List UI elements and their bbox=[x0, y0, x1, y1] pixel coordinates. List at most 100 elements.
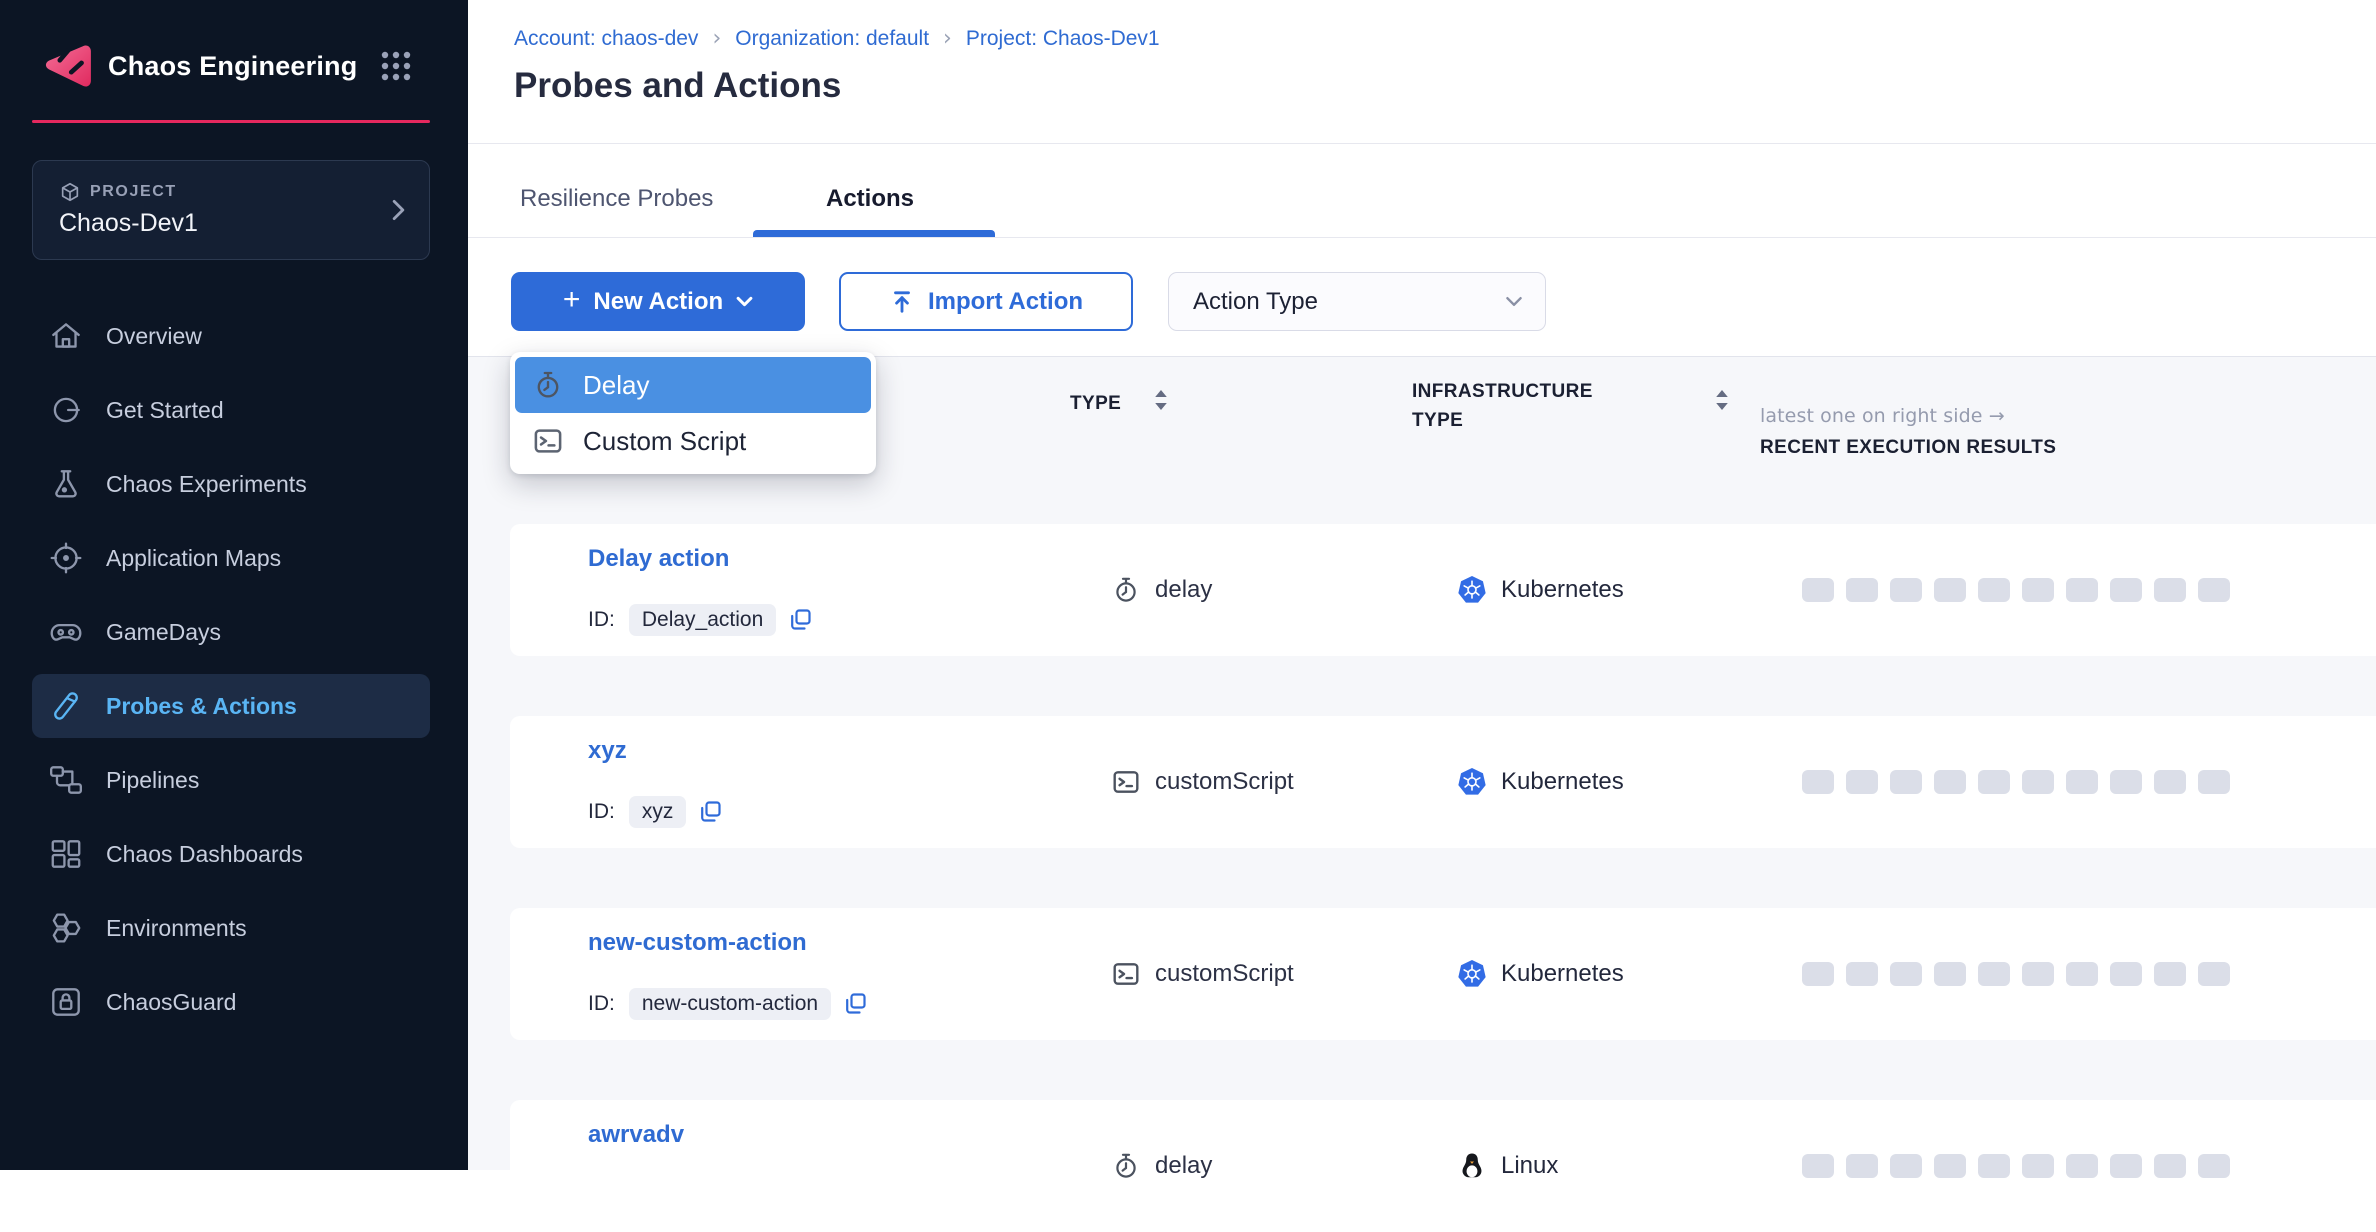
sort-infrastructure-button[interactable] bbox=[1715, 389, 1729, 411]
import-action-button[interactable]: Import Action bbox=[839, 272, 1133, 331]
sidebar-item-gamedays[interactable]: GameDays bbox=[32, 600, 430, 664]
breadcrumb-separator: › bbox=[712, 26, 721, 51]
kubernetes-icon bbox=[1457, 959, 1487, 989]
column-header-infrastructure-type: INFRASTRUCTURE TYPE bbox=[1412, 377, 1642, 435]
pipeline-icon bbox=[48, 762, 84, 798]
execution-result-placeholder bbox=[1846, 578, 1878, 602]
project-selector[interactable]: PROJECT Chaos-Dev1 bbox=[32, 160, 430, 260]
execution-result-placeholder bbox=[1934, 770, 1966, 794]
action-name-link[interactable]: Delay action bbox=[588, 545, 729, 573]
sidebar-item-application-maps[interactable]: Application Maps bbox=[32, 526, 430, 590]
execution-result-placeholder bbox=[1934, 578, 1966, 602]
action-type-cell: delay bbox=[1112, 1152, 1212, 1180]
sidebar-item-chaosguard[interactable]: ChaosGuard bbox=[32, 970, 430, 1034]
copy-id-icon[interactable] bbox=[788, 607, 814, 633]
new-action-menu: Delay Custom Script bbox=[510, 352, 876, 474]
sidebar-item-label: Pipelines bbox=[106, 767, 199, 794]
infrastructure-value: Kubernetes bbox=[1501, 960, 1624, 988]
action-id-line: ID: new-custom-action bbox=[588, 987, 869, 1021]
execution-result-placeholder bbox=[2198, 578, 2230, 602]
execution-result-placeholder bbox=[2022, 578, 2054, 602]
sidebar-item-chaos-experiments[interactable]: Chaos Experiments bbox=[32, 452, 430, 516]
get-started-icon bbox=[48, 392, 84, 428]
menu-item-label: Custom Script bbox=[583, 426, 746, 457]
infrastructure-value: Kubernetes bbox=[1501, 576, 1624, 604]
execution-result-placeholder bbox=[2110, 578, 2142, 602]
copy-id-icon[interactable] bbox=[843, 991, 869, 1017]
sidebar-item-label: Overview bbox=[106, 323, 202, 350]
recent-execution-results bbox=[1802, 578, 2230, 602]
sidebar-item-overview[interactable]: Overview bbox=[32, 304, 430, 368]
action-name-link[interactable]: new-custom-action bbox=[588, 929, 807, 957]
sidebar-item-label: Probes & Actions bbox=[106, 693, 297, 720]
execution-result-placeholder bbox=[2154, 962, 2186, 986]
execution-result-placeholder bbox=[2066, 1154, 2098, 1178]
app-switcher-icon[interactable] bbox=[378, 48, 414, 84]
chevron-down-icon bbox=[736, 296, 753, 307]
infrastructure-cell: Kubernetes bbox=[1457, 575, 1624, 605]
test-tube-icon bbox=[48, 688, 84, 724]
recent-results-hint: latest one on right side → bbox=[1760, 405, 2005, 427]
action-name-link[interactable]: awrvadv bbox=[588, 1121, 684, 1149]
action-id-line: ID: Delay_action bbox=[588, 603, 814, 637]
menu-item-delay[interactable]: Delay bbox=[515, 357, 871, 413]
execution-result-placeholder bbox=[1890, 578, 1922, 602]
sidebar-item-get-started[interactable]: Get Started bbox=[32, 378, 430, 442]
execution-result-placeholder bbox=[2198, 1154, 2230, 1178]
infrastructure-value: Linux bbox=[1501, 1152, 1558, 1180]
tab-bar: Resilience Probes Actions bbox=[468, 160, 2376, 237]
action-type-filter-value: Action Type bbox=[1193, 288, 1505, 316]
tab-actions[interactable]: Actions bbox=[826, 160, 914, 237]
sort-type-button[interactable] bbox=[1154, 389, 1168, 411]
hexagons-icon bbox=[48, 910, 84, 946]
breadcrumb-project-link[interactable]: Project: Chaos-Dev1 bbox=[966, 27, 1160, 51]
lock-icon bbox=[48, 984, 84, 1020]
action-type-value: customScript bbox=[1155, 960, 1294, 988]
sidebar-item-probes-actions[interactable]: Probes & Actions bbox=[32, 674, 430, 738]
terminal-icon bbox=[1112, 768, 1140, 796]
execution-result-placeholder bbox=[2154, 578, 2186, 602]
action-id-chip: Delay_action bbox=[629, 604, 776, 636]
chevron-right-icon bbox=[392, 199, 405, 221]
breadcrumb-organization-link[interactable]: Organization: default bbox=[735, 27, 929, 51]
execution-result-placeholder bbox=[2198, 770, 2230, 794]
divider bbox=[468, 237, 2376, 238]
sidebar-item-label: Application Maps bbox=[106, 545, 281, 572]
execution-result-placeholder bbox=[1978, 1154, 2010, 1178]
execution-result-placeholder bbox=[1846, 962, 1878, 986]
execution-result-placeholder bbox=[1978, 578, 2010, 602]
execution-result-placeholder bbox=[2022, 1154, 2054, 1178]
execution-result-placeholder bbox=[2154, 1154, 2186, 1178]
project-name: Chaos-Dev1 bbox=[59, 209, 198, 238]
import-icon bbox=[889, 289, 915, 315]
action-name-link[interactable]: xyz bbox=[588, 737, 627, 765]
recent-execution-results bbox=[1802, 770, 2230, 794]
execution-result-placeholder bbox=[1846, 1154, 1878, 1178]
action-type-value: delay bbox=[1155, 576, 1212, 604]
kubernetes-icon bbox=[1457, 767, 1487, 797]
project-label: PROJECT bbox=[90, 183, 177, 201]
execution-result-placeholder bbox=[2066, 770, 2098, 794]
sidebar-item-label: Environments bbox=[106, 915, 247, 942]
copy-id-icon[interactable] bbox=[698, 799, 724, 825]
sidebar-item-chaos-dashboards[interactable]: Chaos Dashboards bbox=[32, 822, 430, 886]
id-label: ID: bbox=[588, 992, 615, 1016]
action-type-cell: customScript bbox=[1112, 768, 1294, 796]
breadcrumb-separator: › bbox=[943, 26, 952, 51]
menu-item-custom-script[interactable]: Custom Script bbox=[515, 413, 871, 469]
id-label: ID: bbox=[588, 800, 615, 824]
sidebar-item-label: ChaosGuard bbox=[106, 989, 236, 1016]
execution-result-placeholder bbox=[2022, 770, 2054, 794]
execution-result-placeholder bbox=[1934, 1154, 1966, 1178]
table-row: new-custom-action ID: new-custom-action … bbox=[510, 908, 2376, 1040]
tab-resilience-probes[interactable]: Resilience Probes bbox=[520, 160, 713, 237]
sidebar-item-label: GameDays bbox=[106, 619, 221, 646]
action-type-filter[interactable]: Action Type bbox=[1168, 272, 1546, 331]
sidebar-item-pipelines[interactable]: Pipelines bbox=[32, 748, 430, 812]
new-action-button[interactable]: + New Action bbox=[511, 272, 805, 331]
breadcrumb-account-link[interactable]: Account: chaos-dev bbox=[514, 27, 698, 51]
execution-result-placeholder bbox=[2198, 962, 2230, 986]
table-row: xyz ID: xyz customScript Kubernetes bbox=[510, 716, 2376, 848]
brand-divider bbox=[32, 120, 430, 123]
sidebar-item-environments[interactable]: Environments bbox=[32, 896, 430, 960]
